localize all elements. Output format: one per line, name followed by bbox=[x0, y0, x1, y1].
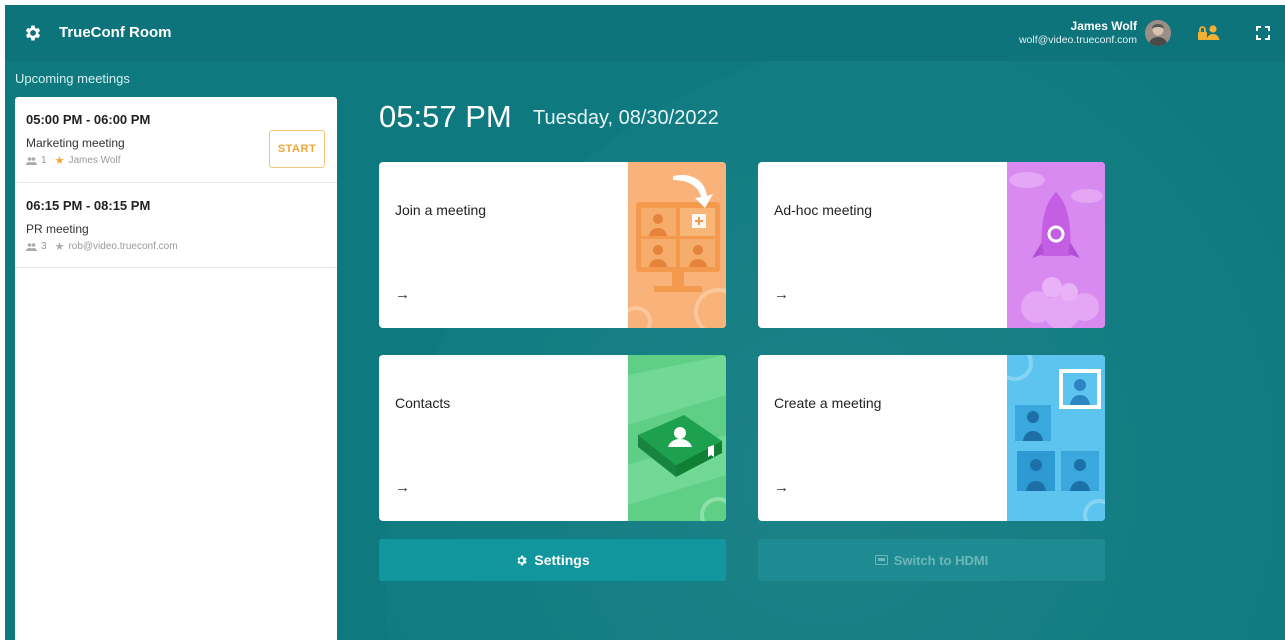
switch-to-hdmi-label: Switch to HDMI bbox=[893, 552, 989, 568]
switch-to-hdmi-button[interactable]: Switch to HDMI bbox=[758, 539, 1105, 581]
meeting-meta: 3 ★ rob@video.trueconf.com bbox=[26, 241, 178, 252]
meeting-meta: 1 ★ James Wolf bbox=[26, 155, 121, 166]
meeting-item[interactable]: 05:00 PM - 06:00 PM Marketing meeting 1 … bbox=[15, 97, 337, 183]
arrow-right-icon: → bbox=[774, 479, 789, 496]
card-label: Join a meeting bbox=[395, 202, 487, 218]
people-icon bbox=[26, 156, 37, 165]
trueconf-room-window: TrueConf Room James Wolf wolf@video.true… bbox=[5, 5, 1285, 640]
participants-count: 1 bbox=[41, 155, 47, 166]
user-name: James Wolf bbox=[1070, 19, 1137, 33]
join-meeting-illustration bbox=[628, 162, 726, 328]
hdmi-icon bbox=[874, 555, 888, 565]
current-date: Tuesday, 08/30/2022 bbox=[533, 107, 719, 129]
start-button[interactable]: START bbox=[269, 130, 325, 168]
arrow-right-icon: → bbox=[774, 286, 789, 303]
settings-button[interactable]: Settings bbox=[379, 539, 726, 581]
adhoc-meeting-card[interactable]: Ad-hoc meeting → bbox=[758, 162, 1105, 328]
current-time: 05:57 PM bbox=[379, 99, 512, 134]
upcoming-meetings-title: Upcoming meetings bbox=[15, 71, 130, 86]
fullscreen-icon[interactable] bbox=[1256, 26, 1270, 40]
meeting-owner: rob@video.trueconf.com bbox=[68, 241, 178, 252]
meeting-name: Marketing meeting bbox=[26, 136, 125, 150]
arrow-right-icon: → bbox=[395, 479, 410, 496]
user-photo-icon bbox=[1145, 20, 1171, 46]
card-label: Create a meeting bbox=[774, 395, 882, 411]
participants-count: 3 bbox=[41, 241, 47, 252]
adhoc-meeting-rocket-illustration bbox=[1007, 162, 1105, 328]
contacts-book-illustration bbox=[628, 355, 726, 521]
app-title: TrueConf Room bbox=[59, 24, 172, 41]
meetings-panel: 05:00 PM - 06:00 PM Marketing meeting 1 … bbox=[15, 97, 337, 640]
meeting-time: 05:00 PM - 06:00 PM bbox=[26, 112, 151, 127]
star-icon: ★ bbox=[54, 240, 65, 253]
card-label: Contacts bbox=[395, 395, 451, 411]
create-meeting-puzzle-illustration bbox=[1007, 355, 1105, 521]
meeting-time: 06:15 PM - 08:15 PM bbox=[26, 198, 151, 213]
meeting-owner: James Wolf bbox=[68, 155, 121, 166]
user-email: wolf@video.trueconf.com bbox=[1018, 34, 1137, 46]
settings-button-label: Settings bbox=[534, 552, 590, 568]
gear-icon bbox=[517, 555, 528, 565]
top-bar: TrueConf Room James Wolf wolf@video.true… bbox=[5, 5, 1285, 61]
arrow-right-icon: → bbox=[395, 286, 410, 303]
star-icon: ★ bbox=[54, 154, 65, 167]
create-meeting-card[interactable]: Create a meeting → bbox=[758, 355, 1105, 521]
meeting-item[interactable]: 06:15 PM - 08:15 PM PR meeting 3 ★ rob@v… bbox=[15, 183, 337, 268]
join-meeting-card[interactable]: Join a meeting → bbox=[379, 162, 726, 328]
settings-gear-icon[interactable] bbox=[23, 23, 43, 43]
card-label: Ad-hoc meeting bbox=[774, 202, 873, 218]
people-icon bbox=[26, 242, 37, 251]
avatar[interactable] bbox=[1145, 20, 1171, 46]
contacts-card[interactable]: Contacts → bbox=[379, 355, 726, 521]
meeting-name: PR meeting bbox=[26, 222, 89, 236]
user-lock-icon[interactable] bbox=[1196, 23, 1222, 43]
